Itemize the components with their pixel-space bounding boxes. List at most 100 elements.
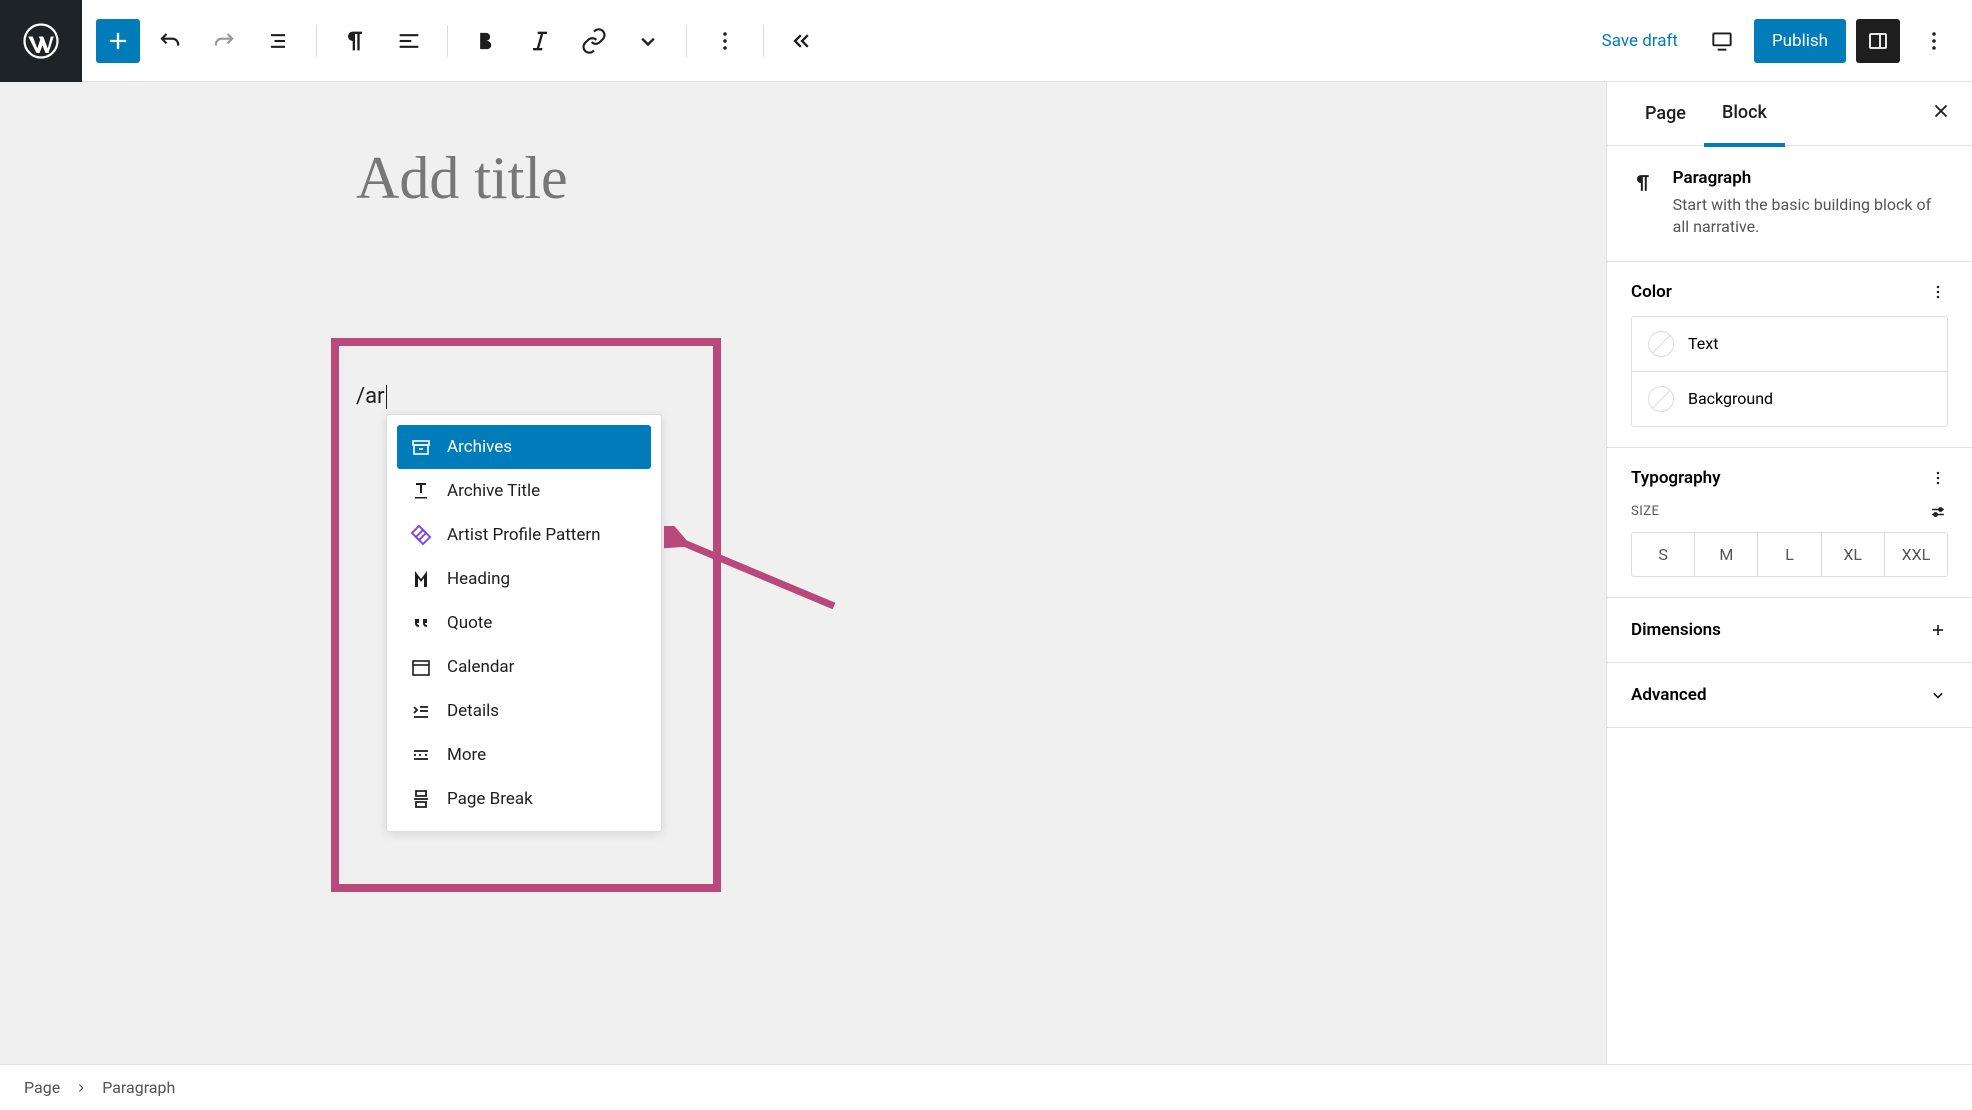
align-button[interactable] <box>385 17 433 65</box>
toolbar-divider <box>447 25 448 57</box>
editor-options-button[interactable] <box>1910 17 1958 65</box>
size-m[interactable]: M <box>1694 533 1757 576</box>
color-title: Color <box>1631 282 1672 302</box>
breadcrumb-paragraph[interactable]: Paragraph <box>102 1078 175 1097</box>
wordpress-logo-button[interactable] <box>0 0 82 82</box>
redo-icon <box>210 27 238 55</box>
paragraph-block-button[interactable] <box>331 17 379 65</box>
bold-button[interactable] <box>462 17 510 65</box>
paragraph-icon <box>341 27 369 55</box>
post-title-input[interactable]: Add title <box>356 144 568 213</box>
suggestion-artist-profile-pattern[interactable]: Artist Profile Pattern <box>397 513 651 557</box>
save-draft-button[interactable]: Save draft <box>1590 21 1690 61</box>
sliders-icon[interactable] <box>1928 502 1948 522</box>
block-description: Start with the basic building block of a… <box>1673 194 1948 239</box>
block-title: Paragraph <box>1673 168 1948 188</box>
dimensions-panel[interactable]: Dimensions <box>1607 598 1972 663</box>
sidebar-toggle-button[interactable] <box>1856 19 1900 63</box>
block-options-button[interactable] <box>701 17 749 65</box>
double-chevron-left-icon <box>788 27 816 55</box>
suggestion-label: Archive Title <box>447 481 540 501</box>
tab-block[interactable]: Block <box>1704 82 1785 147</box>
suggestion-archives[interactable]: Archives <box>397 425 651 469</box>
quote-icon <box>409 611 433 635</box>
tab-page[interactable]: Page <box>1627 83 1704 144</box>
italic-button[interactable] <box>516 17 564 65</box>
size-xxl[interactable]: XXL <box>1884 533 1947 576</box>
suggestion-more[interactable]: More <box>397 733 651 777</box>
undo-button[interactable] <box>146 17 194 65</box>
kebab-icon <box>1920 27 1948 55</box>
block-slash-input[interactable]: /ar <box>356 384 387 409</box>
desktop-icon <box>1709 28 1735 54</box>
suggestion-label: Archives <box>447 437 512 457</box>
toolbar-right-group: Save draft Publish <box>1590 17 1958 65</box>
slash-text: /ar <box>356 384 385 409</box>
redo-button[interactable] <box>200 17 248 65</box>
plus-icon <box>104 27 132 55</box>
publish-button[interactable]: Publish <box>1754 19 1846 63</box>
size-s[interactable]: S <box>1632 533 1694 576</box>
color-background-label: Background <box>1688 389 1773 408</box>
kebab-icon[interactable] <box>1928 468 1948 488</box>
preview-button[interactable] <box>1700 19 1744 63</box>
size-label-row: SIZE <box>1631 502 1948 522</box>
more-icon <box>409 743 433 767</box>
toolbar-divider <box>763 25 764 57</box>
sidebar-icon <box>1866 29 1890 53</box>
color-row-background[interactable]: Background <box>1632 371 1947 426</box>
typography-title: Typography <box>1631 468 1721 488</box>
close-icon <box>1930 100 1952 122</box>
italic-icon <box>526 27 554 55</box>
color-panel-header: Color <box>1631 282 1948 302</box>
calendar-icon <box>409 655 433 679</box>
block-info-panel: Paragraph Start with the basic building … <box>1607 146 1972 262</box>
text-cursor <box>386 385 387 409</box>
document-overview-button[interactable] <box>254 17 302 65</box>
suggestion-label: More <box>447 745 486 765</box>
bold-icon <box>472 27 500 55</box>
editor-canvas: Add title /ar Archives Archive Title Art… <box>0 82 1606 1064</box>
collapse-toolbar-button[interactable] <box>778 17 826 65</box>
suggestion-details[interactable]: Details <box>397 689 651 733</box>
archive-icon <box>409 435 433 459</box>
more-formatting-button[interactable] <box>624 17 672 65</box>
add-block-button[interactable] <box>96 19 140 63</box>
link-button[interactable] <box>570 17 618 65</box>
chevron-right-icon <box>74 1081 88 1095</box>
suggestion-archive-title[interactable]: Archive Title <box>397 469 651 513</box>
size-l[interactable]: L <box>1757 533 1820 576</box>
advanced-label: Advanced <box>1631 685 1707 705</box>
wordpress-icon <box>23 23 59 59</box>
paragraph-icon <box>1631 168 1655 198</box>
suggestion-heading[interactable]: Heading <box>397 557 651 601</box>
close-sidebar-button[interactable] <box>1930 100 1952 126</box>
advanced-panel[interactable]: Advanced <box>1607 663 1972 728</box>
size-segment-group: S M L XL XXL <box>1631 532 1948 577</box>
link-icon <box>580 27 608 55</box>
color-rows: Text Background <box>1631 316 1948 427</box>
color-row-text[interactable]: Text <box>1632 317 1947 371</box>
suggestion-calendar[interactable]: Calendar <box>397 645 651 689</box>
chevron-down-icon <box>634 27 662 55</box>
heading-icon <box>409 567 433 591</box>
kebab-icon <box>711 27 739 55</box>
suggestion-page-break[interactable]: Page Break <box>397 777 651 821</box>
plus-icon <box>1928 620 1948 640</box>
color-panel: Color Text Background <box>1607 262 1972 448</box>
align-left-icon <box>395 27 423 55</box>
suggestion-label: Page Break <box>447 789 533 809</box>
toolbar-left-group <box>96 17 826 65</box>
suggestion-label: Details <box>447 701 499 721</box>
suggestion-quote[interactable]: Quote <box>397 601 651 645</box>
kebab-icon[interactable] <box>1928 282 1948 302</box>
breadcrumb-page[interactable]: Page <box>24 1078 60 1097</box>
annotation-arrow <box>664 526 844 616</box>
size-xl[interactable]: XL <box>1821 533 1884 576</box>
suggestion-label: Artist Profile Pattern <box>447 525 600 545</box>
breadcrumb: Page Paragraph <box>0 1064 1972 1110</box>
typography-panel: Typography SIZE S M L XL XXL <box>1607 448 1972 598</box>
toolbar-divider <box>316 25 317 57</box>
typography-panel-header: Typography <box>1631 468 1948 488</box>
text-color-swatch <box>1648 331 1674 357</box>
